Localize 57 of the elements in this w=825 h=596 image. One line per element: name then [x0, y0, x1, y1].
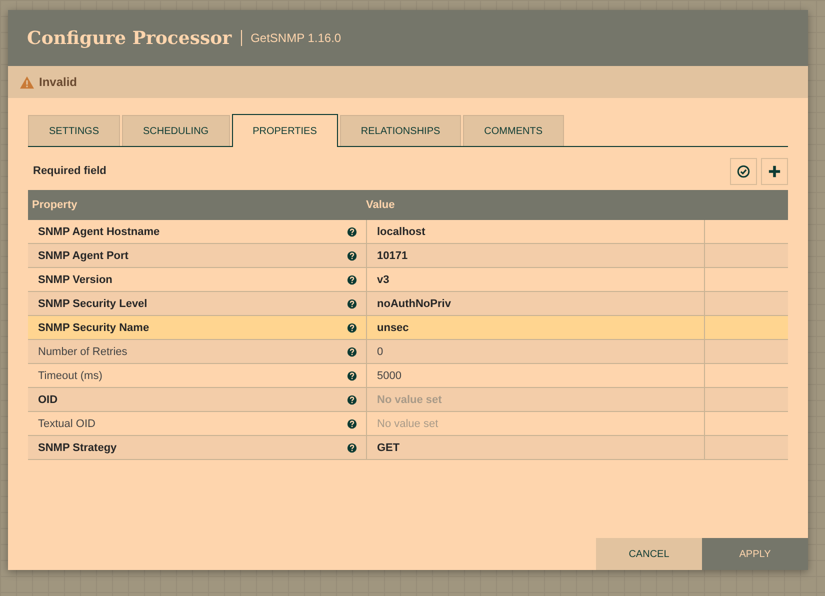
property-name: OID	[38, 394, 58, 406]
table-row[interactable]: SNMP Agent Hostname localhost	[28, 220, 788, 244]
property-name: Textual OID	[38, 418, 96, 430]
cancel-button[interactable]: CANCEL	[596, 538, 702, 570]
property-name: SNMP Security Name	[38, 322, 150, 334]
tab[interactable]: COMMENTS	[463, 115, 564, 146]
property-name: SNMP Security Level	[38, 298, 148, 310]
tab[interactable]: RELATIONSHIPS	[340, 115, 462, 146]
dialog-title: Configure Processor	[27, 28, 232, 48]
property-name: SNMP Strategy	[38, 442, 117, 454]
help-icon[interactable]	[347, 346, 357, 356]
table-row[interactable]: SNMP Security Name unsec	[28, 316, 788, 340]
property-value: No value set	[377, 418, 438, 430]
help-icon[interactable]	[347, 298, 357, 308]
help-icon[interactable]	[347, 226, 357, 236]
dialog-subtitle: GetSNMP 1.16.0	[250, 31, 342, 45]
property-name: Timeout (ms)	[38, 370, 102, 382]
plus-icon	[768, 164, 781, 178]
property-name: SNMP Version	[38, 274, 112, 286]
required-field-label: Required field	[33, 165, 106, 177]
property-name: Number of Retries	[38, 346, 128, 358]
help-icon[interactable]	[347, 370, 357, 380]
table-row[interactable]: Timeout (ms) 5000	[28, 364, 788, 388]
property-value: 10171	[377, 250, 408, 262]
table-row[interactable]: Textual OID No value set	[28, 412, 788, 436]
property-value: No value set	[377, 394, 442, 406]
tab[interactable]: SETTINGS	[28, 115, 120, 146]
help-icon[interactable]	[347, 394, 357, 404]
table-row[interactable]: SNMP Strategy GET	[28, 436, 788, 460]
add-button[interactable]	[761, 158, 788, 184]
help-icon[interactable]	[347, 250, 357, 260]
help-icon[interactable]	[347, 274, 357, 284]
table-row[interactable]: SNMP Security Level noAuthNoPriv	[28, 292, 788, 316]
status-text: Invalid	[39, 75, 78, 89]
property-name: SNMP Agent Hostname	[38, 226, 160, 238]
property-value: unsec	[377, 322, 409, 334]
check-circle-icon	[737, 164, 750, 178]
tab[interactable]: SCHEDULING	[122, 115, 230, 146]
table-row[interactable]: Number of Retries 0	[28, 340, 788, 364]
property-value: 0	[377, 346, 384, 358]
property-name: SNMP Agent Port	[38, 250, 128, 262]
help-icon[interactable]	[347, 322, 357, 332]
column-header: Value	[366, 199, 395, 211]
warning-icon	[20, 76, 34, 88]
tab[interactable]: PROPERTIES	[232, 114, 338, 147]
property-value: GET	[377, 442, 400, 454]
help-icon[interactable]	[347, 442, 357, 452]
table-row[interactable]: OID No value set	[28, 388, 788, 412]
property-value: localhost	[377, 226, 426, 238]
table-row[interactable]: SNMP Agent Port 10171	[28, 244, 788, 268]
column-header: Property	[31, 199, 78, 211]
verify-button[interactable]	[730, 158, 757, 184]
property-value: v3	[377, 274, 390, 286]
table-row[interactable]: SNMP Version v3	[28, 268, 788, 292]
help-icon[interactable]	[347, 418, 357, 428]
property-value: noAuthNoPriv	[377, 298, 451, 310]
property-value: 5000	[377, 370, 402, 382]
